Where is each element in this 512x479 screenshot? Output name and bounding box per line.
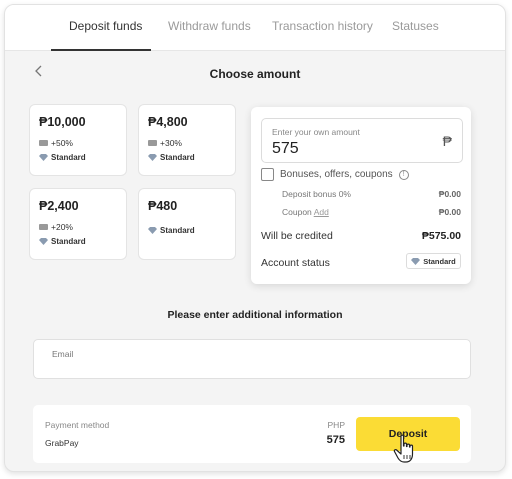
diamond-icon (148, 227, 157, 234)
amount-value: ₱4,800 (148, 115, 188, 129)
tab-transaction-history[interactable]: Transaction history (272, 19, 373, 33)
amount-option-480[interactable]: ₱480 Standard (138, 188, 236, 260)
amount-option-4800[interactable]: ₱4,800 +30% Standard (138, 104, 236, 176)
email-field[interactable]: Email (33, 339, 471, 379)
peso-icon: ₱ (442, 133, 452, 149)
amount-value: ₱10,000 (39, 115, 86, 129)
tab-withdraw-funds[interactable]: Withdraw funds (168, 19, 251, 33)
page-title: Choose amount (209, 67, 301, 81)
amount-value: ₱2,400 (39, 199, 79, 213)
diamond-icon (411, 257, 421, 265)
bonuses-toggle[interactable]: Bonuses, offers, coupons ! (261, 168, 409, 181)
active-tab-indicator (51, 49, 151, 51)
level-badge: Standard (148, 226, 195, 235)
coupon-row: Coupon Add (282, 207, 329, 217)
additional-info-title: Please enter additional information (167, 309, 343, 321)
coupon-label: Coupon (282, 207, 312, 217)
custom-amount-value: 575 (272, 140, 299, 157)
credited-value: ₱575.00 (421, 230, 461, 242)
bonuses-label: Bonuses, offers, coupons (280, 169, 393, 180)
bonus-percent: +50% (39, 138, 73, 148)
diamond-icon (148, 154, 157, 161)
deposit-window: Deposit funds Withdraw funds Transaction… (4, 4, 506, 472)
custom-amount-input[interactable]: Enter your own amount 575 ₱ (261, 118, 463, 163)
diamond-icon (39, 238, 48, 245)
payment-method-value: GrabPay (45, 438, 79, 448)
payment-amount: 575 (326, 434, 345, 446)
info-icon[interactable]: ! (398, 169, 409, 180)
add-coupon-link[interactable]: Add (314, 207, 329, 217)
bonus-percent: +30% (148, 138, 182, 148)
bonus-percent: +20% (39, 222, 73, 232)
amount-summary-panel: Enter your own amount 575 ₱ Bonuses, off… (251, 107, 471, 284)
hand-pointer-icon (393, 434, 414, 463)
ticket-icon (39, 224, 48, 230)
email-placeholder: Email (52, 349, 74, 359)
payment-currency: PHP (327, 420, 345, 430)
ticket-icon (148, 140, 157, 146)
tab-statuses[interactable]: Statuses (392, 19, 439, 33)
ticket-icon (39, 140, 48, 146)
level-badge: Standard (148, 153, 195, 162)
level-badge: Standard (39, 153, 86, 162)
tab-deposit-funds[interactable]: Deposit funds (69, 19, 142, 33)
level-badge: Standard (39, 237, 86, 246)
deposit-bonus-label: Deposit bonus 0% (282, 189, 351, 199)
custom-amount-placeholder: Enter your own amount (272, 127, 360, 137)
credited-label: Will be credited (261, 230, 333, 242)
account-status-label: Account status (261, 257, 330, 269)
amount-option-2400[interactable]: ₱2,400 +20% Standard (29, 188, 127, 260)
diamond-icon (39, 154, 48, 161)
bonuses-checkbox[interactable] (261, 168, 274, 181)
amount-option-10000[interactable]: ₱10,000 +50% Standard (29, 104, 127, 176)
tab-bar: Deposit funds Withdraw funds Transaction… (5, 5, 505, 51)
amount-value: ₱480 (148, 199, 178, 213)
account-status-badge: Standard (406, 253, 461, 269)
coupon-value: ₱0.00 (438, 207, 461, 217)
payment-method-label: Payment method (45, 420, 110, 430)
deposit-bonus-value: ₱0.00 (438, 189, 461, 199)
